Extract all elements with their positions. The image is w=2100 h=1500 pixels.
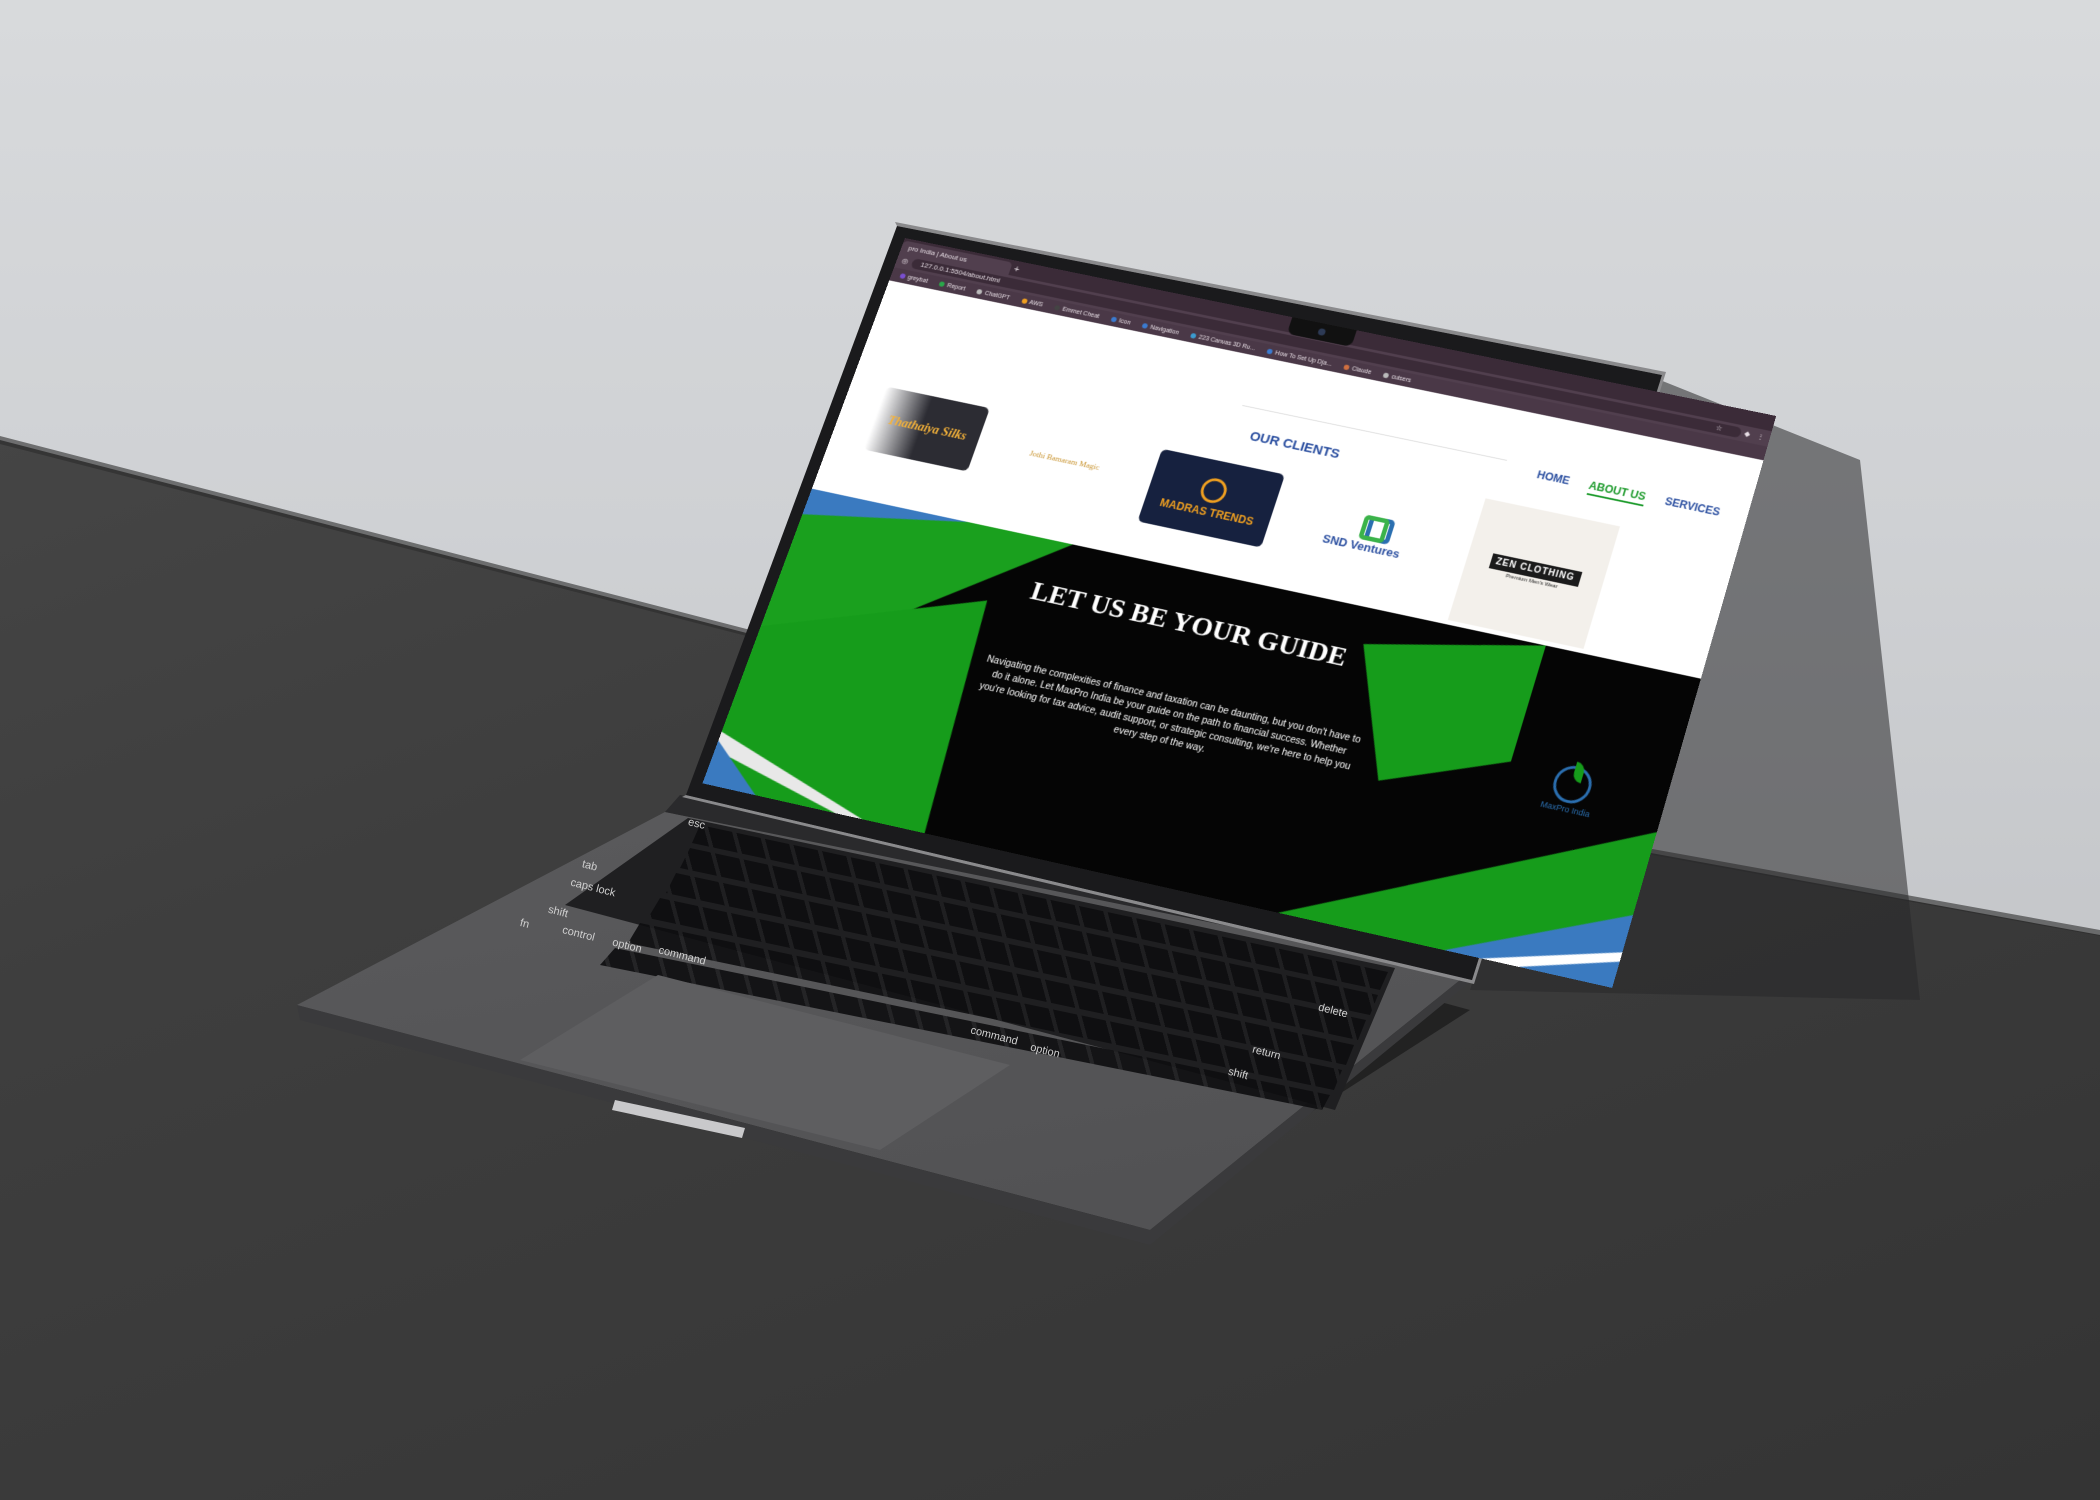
- bookmark-icon: [1141, 322, 1149, 329]
- bookmark-icon: [1020, 298, 1028, 305]
- key-caps-lock[interactable]: caps lock: [569, 877, 616, 900]
- bookmark-label: Icon: [1118, 317, 1132, 326]
- bookmark-icon: [938, 281, 946, 288]
- menu-icon[interactable]: ⋮: [1756, 431, 1766, 443]
- bookmark-item[interactable]: cuisers: [1382, 372, 1412, 384]
- bookmark-icon: [1266, 348, 1274, 355]
- sun-icon: [1197, 475, 1231, 505]
- hero-description: Navigating the complexities of finance a…: [977, 653, 1363, 773]
- leaf-icon: [1571, 761, 1587, 784]
- client-logo-madras-trends: MADRAS TRENDS: [1137, 448, 1286, 548]
- client-logo-snd-ventures: SND Ventures: [1295, 482, 1436, 584]
- bookmark-item[interactable]: Report: [938, 281, 967, 292]
- bookmark-label: Claude: [1350, 365, 1373, 376]
- bookmark-icon: [1343, 364, 1351, 371]
- bookmark-icon: [1053, 304, 1061, 311]
- bookmark-item[interactable]: Claude: [1343, 364, 1372, 375]
- client-logo-zen-clothing: ZEN CLOTHING Premium Men's Wear: [1447, 498, 1620, 649]
- logo-ring-icon: [1548, 761, 1597, 807]
- key-control[interactable]: control: [561, 924, 596, 944]
- maxpro-logo: MaxPro India: [1527, 759, 1615, 822]
- bookmark-label: Report: [946, 282, 967, 292]
- bookmark-icon: [1382, 372, 1390, 379]
- bookmark-label: greybat: [906, 274, 929, 285]
- client-logo-thathaiya-silks: Thathaiya Silks: [863, 386, 990, 472]
- bookmark-icon: [976, 288, 984, 295]
- bookmark-label: AWS: [1028, 299, 1044, 308]
- client-logo-text: Jothi Bamaram Magic: [1028, 448, 1102, 472]
- client-logo-jothi-bamaram: Jothi Bamaram Magic: [1004, 436, 1126, 485]
- client-logo-text: Thathaiya Silks: [885, 413, 969, 443]
- bookmark-label: cuisers: [1390, 373, 1412, 384]
- key-shift-left[interactable]: shift: [547, 904, 569, 921]
- site-info-icon[interactable]: ◎: [900, 256, 910, 267]
- nav-home[interactable]: HOME: [1535, 468, 1572, 490]
- camera-icon: [1317, 327, 1327, 337]
- key-fn[interactable]: fn: [519, 917, 531, 931]
- bookmark-icon: [899, 273, 907, 280]
- bookmark-icon: [1110, 316, 1118, 323]
- new-tab-button[interactable]: +: [1012, 263, 1021, 276]
- key-tab[interactable]: tab: [581, 858, 599, 873]
- bookmark-item[interactable]: Icon: [1110, 316, 1131, 326]
- chain-link-icon: [1347, 510, 1397, 545]
- bookmark-label: ChatGPT: [983, 290, 1011, 301]
- bookmark-item[interactable]: AWS: [1020, 298, 1044, 308]
- extension-icon[interactable]: ◆: [1743, 429, 1751, 440]
- bookmark-icon: [1190, 332, 1198, 339]
